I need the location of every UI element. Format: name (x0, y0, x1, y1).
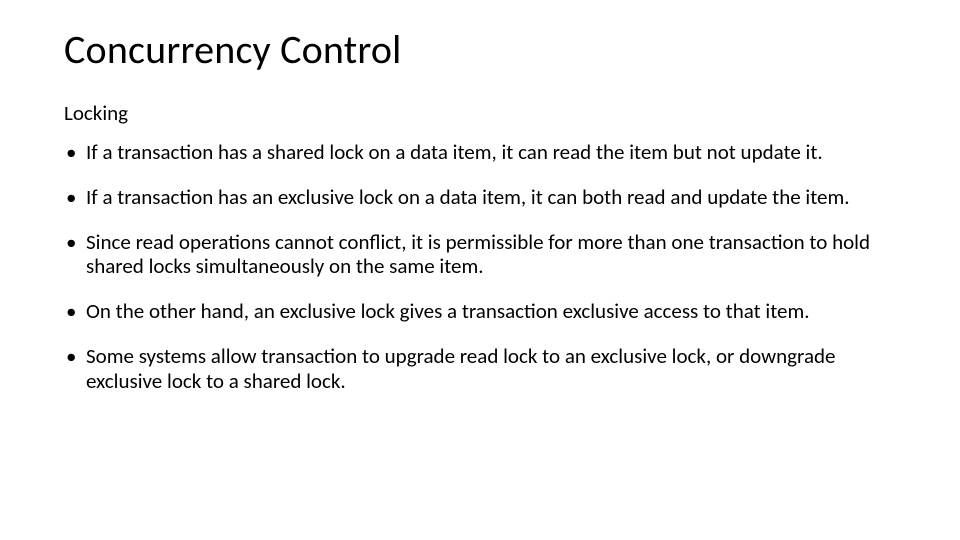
slide-subtitle: Locking (64, 100, 896, 126)
bullet-list: If a transaction has a shared lock on a … (64, 140, 896, 393)
list-item: On the other hand, an exclusive lock giv… (64, 299, 896, 324)
slide: Concurrency Control Locking If a transac… (0, 0, 960, 540)
list-item: If a transaction has a shared lock on a … (64, 140, 896, 165)
list-item: If a transaction has an exclusive lock o… (64, 185, 896, 210)
list-item: Some systems allow transaction to upgrad… (64, 344, 896, 394)
slide-title: Concurrency Control (64, 28, 896, 72)
list-item: Since read operations cannot conflict, i… (64, 230, 896, 280)
